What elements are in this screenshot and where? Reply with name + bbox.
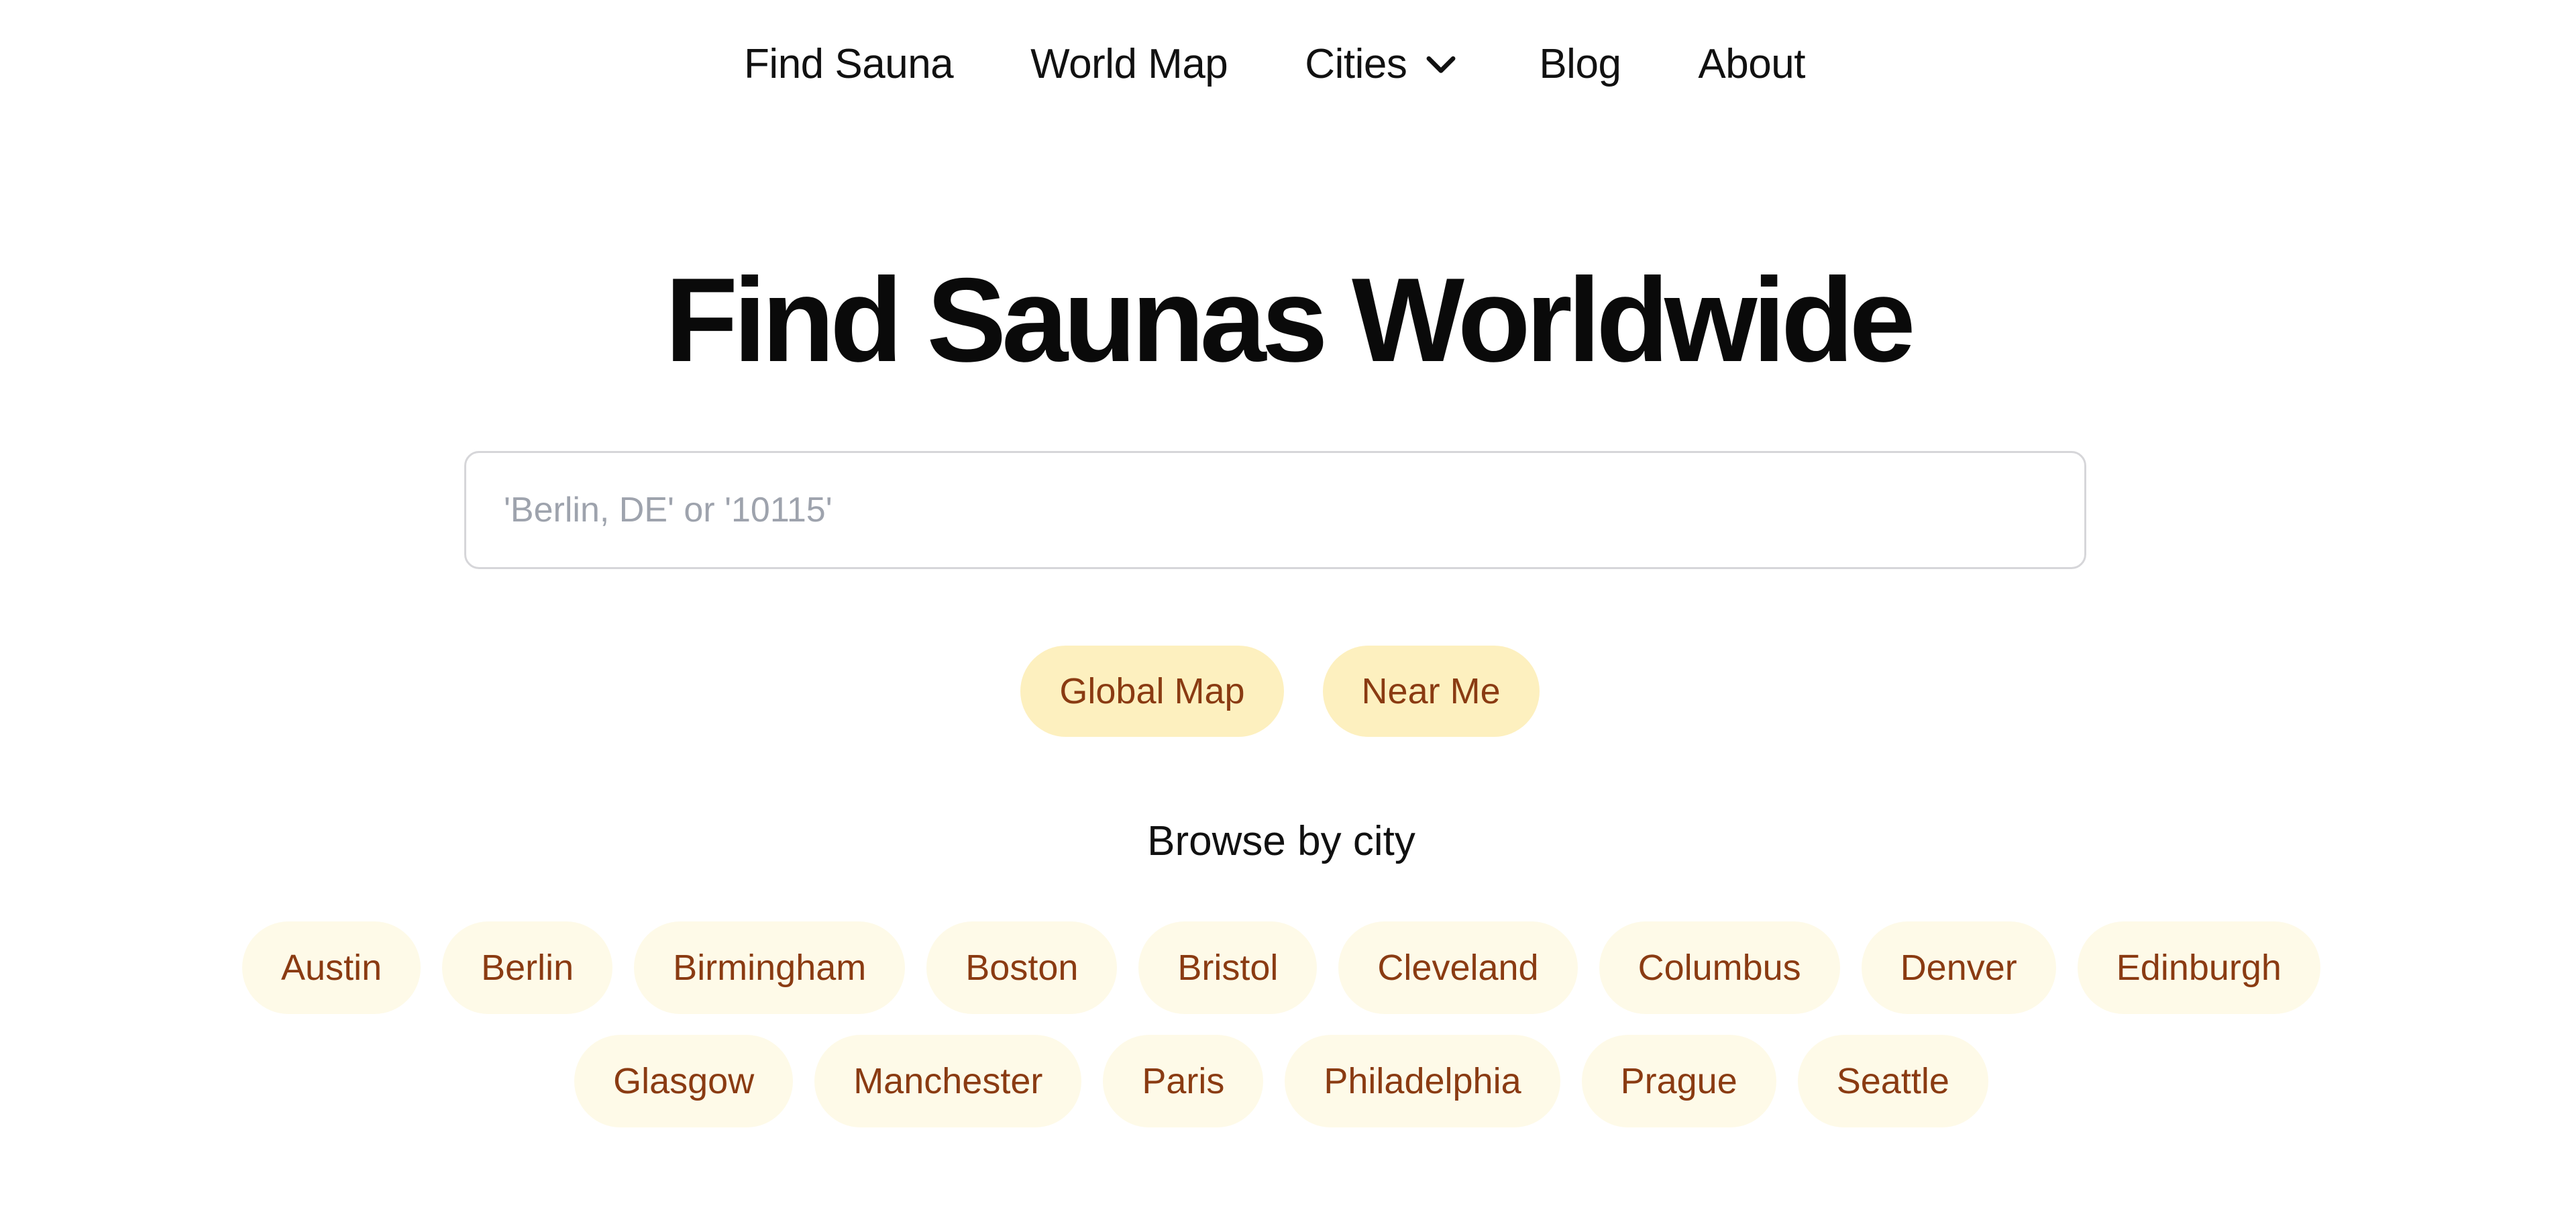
page-title: Find Saunas Worldwide <box>665 253 1915 387</box>
action-buttons: Global Map Near Me <box>0 646 2576 737</box>
global-map-button[interactable]: Global Map <box>1020 646 1284 737</box>
city-chip-edinburgh[interactable]: Edinburgh <box>2077 921 2320 1014</box>
nav-about[interactable]: About <box>1698 40 1805 88</box>
city-chip-prague[interactable]: Prague <box>1581 1035 1776 1127</box>
city-chips-row-2: Glasgow Manchester Paris Philadelphia Pr… <box>0 1035 2576 1127</box>
city-chip-cleveland[interactable]: Cleveland <box>1338 921 1578 1014</box>
city-chip-paris[interactable]: Paris <box>1103 1035 1264 1127</box>
city-chip-philadelphia[interactable]: Philadelphia <box>1285 1035 1560 1127</box>
search-input[interactable] <box>504 453 2047 567</box>
search-box <box>464 451 2086 569</box>
city-chip-denver[interactable]: Denver <box>1861 921 2056 1014</box>
nav-blog-label: Blog <box>1539 40 1621 87</box>
chevron-down-icon <box>1420 43 1462 85</box>
city-chip-manchester[interactable]: Manchester <box>814 1035 1082 1127</box>
nav-about-label: About <box>1698 40 1805 87</box>
city-chip-berlin[interactable]: Berlin <box>442 921 613 1014</box>
nav-cities-dropdown[interactable]: Cities <box>1305 40 1462 88</box>
city-chip-columbus[interactable]: Columbus <box>1599 921 1840 1014</box>
nav-cities-label: Cities <box>1305 40 1407 87</box>
near-me-button[interactable]: Near Me <box>1322 646 1540 737</box>
nav-world-map-label: World Map <box>1030 40 1228 87</box>
nav-blog[interactable]: Blog <box>1539 40 1621 88</box>
city-chip-seattle[interactable]: Seattle <box>1797 1035 1988 1127</box>
page: Find Sauna World Map Cities Blog About F… <box>0 0 2576 1210</box>
city-chip-bristol[interactable]: Bristol <box>1138 921 1318 1014</box>
browse-by-city-heading: Browse by city <box>1147 818 1415 864</box>
city-chip-glasgow[interactable]: Glasgow <box>574 1035 794 1127</box>
nav-world-map[interactable]: World Map <box>1030 40 1228 88</box>
nav-find-sauna[interactable]: Find Sauna <box>744 40 954 88</box>
nav-find-sauna-label: Find Sauna <box>744 40 954 87</box>
city-chip-boston[interactable]: Boston <box>926 921 1118 1014</box>
top-nav: Find Sauna World Map Cities Blog About <box>0 34 2576 94</box>
city-chips-row-1: Austin Berlin Birmingham Boston Bristol … <box>0 921 2576 1014</box>
city-chip-birmingham[interactable]: Birmingham <box>634 921 906 1014</box>
city-chip-austin[interactable]: Austin <box>242 921 421 1014</box>
